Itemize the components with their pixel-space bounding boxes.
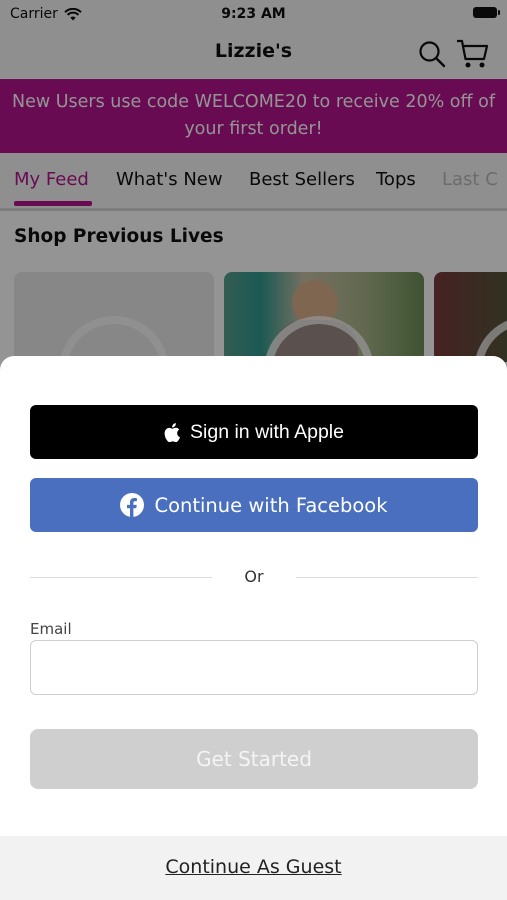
facebook-icon: [120, 493, 145, 517]
continue-as-guest-link[interactable]: Continue As Guest: [0, 856, 507, 878]
continue-with-facebook-button[interactable]: Continue with Facebook: [30, 478, 478, 532]
sign-in-sheet: Sign in with Apple Continue with Faceboo…: [0, 356, 507, 900]
or-divider: Or: [30, 566, 478, 588]
facebook-button-label: Continue with Facebook: [154, 493, 388, 517]
sign-in-with-apple-button[interactable]: Sign in with Apple: [30, 405, 478, 459]
divider-line: [296, 577, 478, 578]
guest-bar: Continue As Guest: [0, 836, 507, 900]
email-field[interactable]: [30, 640, 478, 695]
get-started-button[interactable]: Get Started: [30, 729, 478, 789]
apple-icon: [164, 422, 181, 442]
get-started-label: Get Started: [196, 747, 312, 771]
email-label: Email: [30, 620, 72, 638]
apple-button-label: Sign in with Apple: [190, 420, 344, 443]
